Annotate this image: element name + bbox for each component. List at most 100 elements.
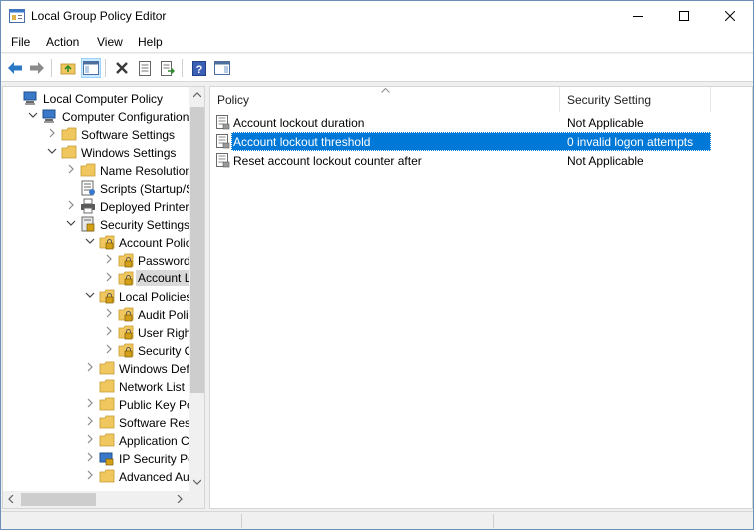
folder-icon: [99, 433, 115, 447]
help-button[interactable]: ?: [189, 58, 209, 78]
tree-item[interactable]: User Rights A: [3, 323, 204, 341]
tree-item[interactable]: Name Resolution P: [3, 161, 203, 179]
up-level-button[interactable]: [58, 58, 78, 78]
tree-item[interactable]: Windows Defen: [3, 359, 203, 377]
tree-item[interactable]: Application Cor: [3, 431, 200, 449]
tree-item[interactable]: Windows Settings: [3, 143, 189, 161]
tree-item[interactable]: Advanced Audit: [3, 467, 202, 485]
tree-horizontal-scrollbar[interactable]: [3, 491, 189, 508]
status-segment: [241, 514, 242, 528]
back-icon: [8, 62, 22, 74]
folder-icon: [99, 469, 115, 483]
menu-file[interactable]: File: [11, 35, 30, 49]
back-button[interactable]: [5, 58, 25, 78]
menu-view[interactable]: View: [97, 35, 123, 49]
show-hide-tree-icon: [83, 61, 99, 75]
tree-item-label: Deployed Printers: [100, 200, 196, 214]
policy-list[interactable]: Policy Security Setting Account lockout …: [209, 86, 753, 509]
folder-icon: [99, 361, 115, 375]
chevron-right-icon[interactable]: [104, 344, 114, 354]
folder-icon: [61, 145, 77, 159]
tree-item[interactable]: Software Settings: [3, 125, 189, 143]
show-hide-action-pane-button[interactable]: [212, 58, 232, 78]
tree-item-label: Name Resolution P: [100, 164, 204, 178]
chevron-down-icon[interactable]: [66, 218, 76, 228]
minimize-button[interactable]: [615, 1, 661, 31]
show-action-pane-icon: [214, 61, 230, 75]
chevron-right-icon[interactable]: [47, 128, 57, 138]
column-header-policy[interactable]: Policy: [210, 87, 560, 112]
chevron-right-icon[interactable]: [104, 272, 114, 282]
chevron-right-icon[interactable]: [85, 398, 95, 408]
tree-vertical-scrollbar[interactable]: [189, 87, 204, 491]
forward-icon: [30, 62, 44, 74]
security-setting-value: 0 invalid logon attempts: [567, 135, 694, 149]
menu-help[interactable]: Help: [138, 35, 163, 49]
chevron-right-icon[interactable]: [85, 434, 95, 444]
security-setting-value: Not Applicable: [567, 116, 644, 130]
chevron-down-icon[interactable]: [47, 146, 57, 156]
tree-item[interactable]: Security Opt: [3, 341, 204, 359]
folder-icon: [80, 163, 96, 177]
title-bar[interactable]: Local Group Policy Editor: [1, 1, 753, 31]
group-policy-app-icon: [9, 9, 25, 23]
close-button[interactable]: [707, 1, 753, 31]
scroll-down-icon[interactable]: [193, 479, 201, 485]
tree-item[interactable]: Computer Configuration: [3, 107, 189, 125]
minimize-icon: [633, 16, 643, 17]
delete-icon: [116, 62, 128, 74]
console-tree[interactable]: Local Computer Policy Computer Configurat…: [2, 86, 205, 509]
chevron-right-icon[interactable]: [85, 416, 95, 426]
scroll-right-icon[interactable]: [177, 495, 183, 503]
forward-button[interactable]: [27, 58, 47, 78]
chevron-right-icon[interactable]: [85, 452, 95, 462]
tree-item[interactable]: Audit Policy: [3, 305, 201, 323]
tree-item[interactable]: Scripts (Startup/Shu: [3, 179, 204, 197]
tree-item[interactable]: Security Settings: [3, 215, 190, 233]
chevron-down-icon[interactable]: [28, 110, 38, 120]
tree-item[interactable]: IP Security Polic: [3, 449, 204, 467]
policy-name: Account lockout threshold: [233, 135, 371, 149]
folder-lock-icon: [118, 343, 134, 358]
chevron-right-icon[interactable]: [104, 308, 114, 318]
chevron-right-icon[interactable]: [104, 254, 114, 264]
chevron-down-icon[interactable]: [85, 236, 95, 246]
folder-lock-icon: [118, 253, 134, 268]
tree-item[interactable]: Local Computer Policy: [3, 89, 189, 107]
properties-button[interactable]: [135, 58, 155, 78]
menu-action[interactable]: Action: [46, 35, 79, 49]
tree-item[interactable]: Deployed Printers: [3, 197, 195, 215]
delete-button[interactable]: [112, 58, 132, 78]
chevron-right-icon[interactable]: [66, 164, 76, 174]
security-setting-value: Not Applicable: [567, 154, 644, 168]
maximize-button[interactable]: [661, 1, 707, 31]
policy-row[interactable]: Account lockout threshold 0 invalid logon…: [210, 132, 711, 151]
tree-item[interactable]: Password Po: [3, 251, 204, 269]
tree-horizontal-scroll-thumb[interactable]: [21, 493, 96, 506]
chevron-right-icon[interactable]: [85, 470, 95, 480]
scroll-left-icon[interactable]: [8, 495, 14, 503]
chevron-right-icon[interactable]: [66, 200, 76, 210]
export-list-button[interactable]: [158, 58, 178, 78]
column-header-security-setting-label: Security Setting: [567, 93, 652, 107]
policy-row[interactable]: Account lockout duration Not Applicable: [210, 113, 710, 132]
chevron-down-icon[interactable]: [85, 290, 95, 300]
tree-item[interactable]: Network List Ma: [3, 377, 204, 395]
tree-item[interactable]: Software Restric: [3, 413, 204, 431]
policy-row[interactable]: Reset account lockout counter after Not A…: [210, 151, 710, 170]
scroll-up-icon[interactable]: [193, 92, 201, 98]
tree-item[interactable]: Account Loc: [3, 269, 204, 287]
column-header-security-setting[interactable]: Security Setting: [560, 87, 711, 112]
folder-lock-icon: [99, 289, 115, 304]
show-hide-console-tree-button[interactable]: [81, 58, 101, 78]
policy-setting-icon: [216, 134, 230, 149]
chevron-right-icon[interactable]: [104, 326, 114, 336]
chevron-right-icon[interactable]: [85, 362, 95, 372]
ip-security-icon: [99, 452, 114, 466]
tree-item[interactable]: Public Key Polic: [3, 395, 204, 413]
security-icon: [81, 216, 95, 232]
tree-item[interactable]: Account Policie: [3, 233, 201, 251]
tree-vertical-scroll-thumb[interactable]: [190, 107, 204, 393]
policy-setting-icon: [216, 115, 230, 130]
tree-item[interactable]: Local Policies: [3, 287, 192, 305]
